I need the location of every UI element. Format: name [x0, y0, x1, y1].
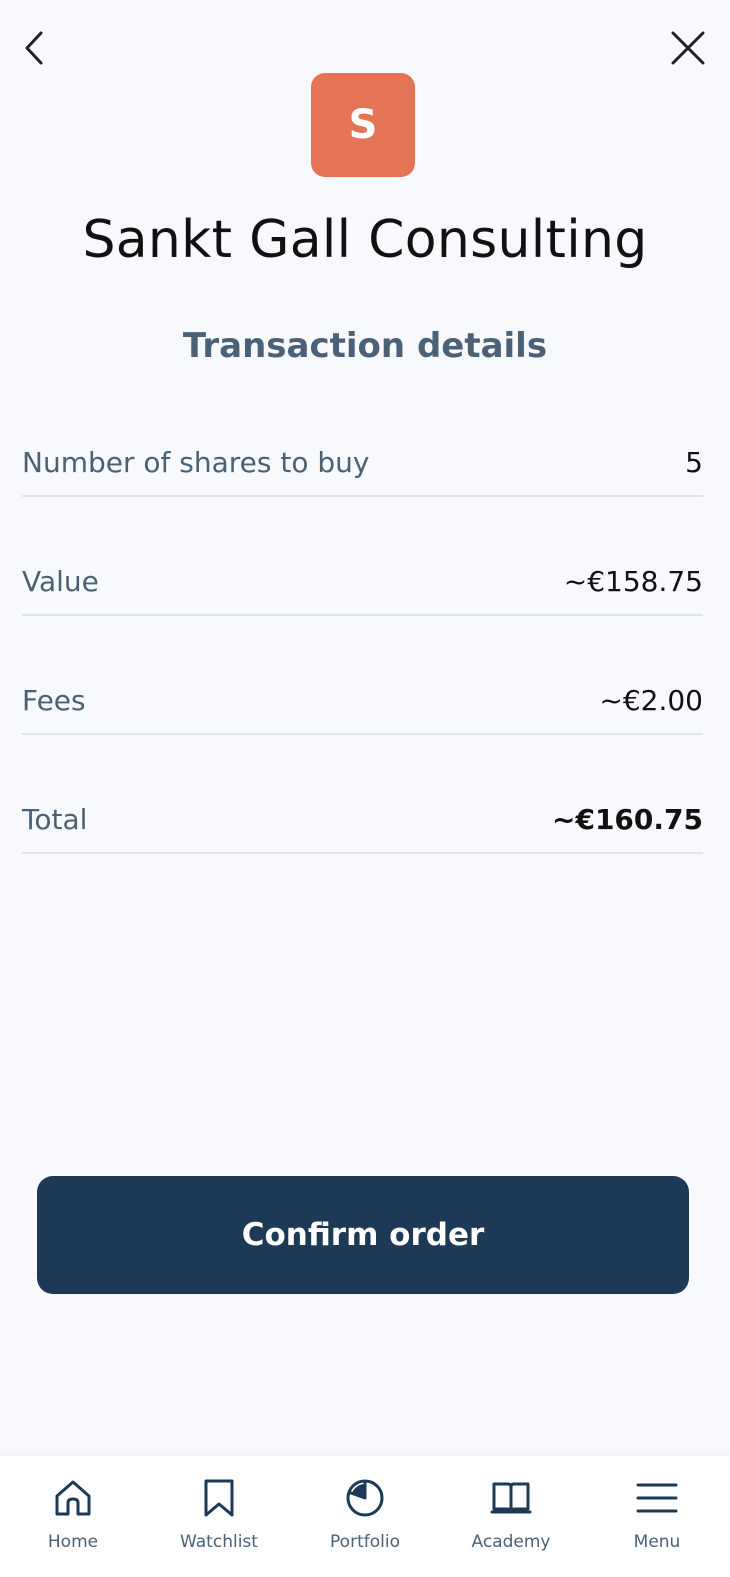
close-icon	[671, 31, 705, 65]
company-logo: S	[311, 73, 415, 177]
nav-label: Menu	[633, 1532, 681, 1552]
nav-item-home[interactable]: Home	[0, 1456, 146, 1577]
company-logo-letter: S	[348, 102, 378, 148]
nav-item-academy[interactable]: Academy	[438, 1456, 584, 1577]
nav-label: Watchlist	[180, 1532, 258, 1552]
detail-label: Fees	[22, 684, 86, 717]
detail-row-value: Value ~€158.75	[22, 497, 703, 616]
back-button[interactable]	[12, 24, 56, 72]
detail-label: Number of shares to buy	[22, 446, 370, 479]
nav-item-watchlist[interactable]: Watchlist	[146, 1456, 292, 1577]
details-list: Number of shares to buy 5 Value ~€158.75…	[22, 420, 703, 854]
nav-label: Home	[47, 1532, 99, 1552]
company-name: Sankt Gall Consulting	[82, 210, 648, 270]
transaction-details-screen: S Sankt Gall Consulting Transaction deta…	[0, 0, 730, 1577]
bottom-nav: Home Watchlist Portfolio Academy Menu	[0, 1456, 730, 1577]
detail-row-total: Total ~€160.75	[22, 735, 703, 854]
home-icon	[55, 1480, 91, 1516]
detail-label: Total	[22, 803, 88, 836]
nav-item-menu[interactable]: Menu	[584, 1456, 730, 1577]
close-button[interactable]	[664, 24, 712, 72]
menu-icon	[636, 1483, 678, 1513]
detail-row-shares: Number of shares to buy 5	[22, 420, 703, 497]
pie-chart-icon	[346, 1479, 384, 1517]
detail-row-fees: Fees ~€2.00	[22, 616, 703, 735]
confirm-order-button[interactable]: Confirm order	[37, 1176, 689, 1294]
detail-value: 5	[685, 446, 703, 479]
nav-label: Portfolio	[330, 1532, 400, 1552]
detail-value: ~€2.00	[599, 684, 703, 717]
nav-label: Academy	[471, 1532, 551, 1552]
section-title: Transaction details	[182, 326, 548, 366]
nav-item-portfolio[interactable]: Portfolio	[292, 1456, 438, 1577]
bookmark-icon	[204, 1479, 234, 1517]
book-icon	[490, 1482, 532, 1514]
detail-label: Value	[22, 565, 99, 598]
detail-value: ~€158.75	[563, 565, 703, 598]
detail-value-total: ~€160.75	[552, 803, 703, 836]
chevron-left-icon	[25, 31, 43, 65]
